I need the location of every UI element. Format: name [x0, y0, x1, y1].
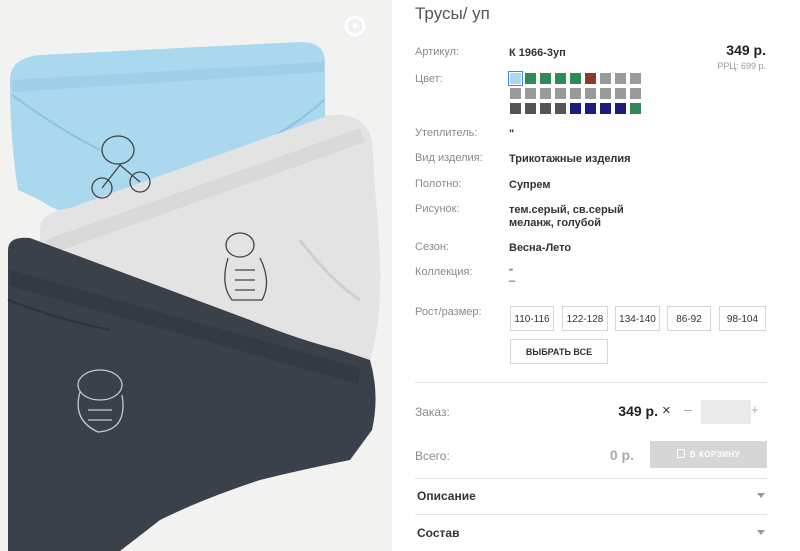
color-swatch[interactable]: [570, 88, 581, 99]
select-all-button[interactable]: ВЫБРАТЬ ВСЕ: [510, 339, 608, 364]
color-swatch[interactable]: [600, 103, 611, 114]
size-option-110-116[interactable]: 110-116: [510, 306, 554, 331]
accordion-composition-title: Состав: [417, 526, 460, 540]
insulation-label: Утеплитель:: [415, 127, 478, 139]
order-price: 349 р.: [618, 403, 658, 419]
color-swatch[interactable]: [615, 88, 626, 99]
color-swatch[interactable]: [525, 88, 536, 99]
divider: [415, 478, 767, 479]
times-icon: ×: [662, 402, 671, 419]
pattern-label: Рисунок:: [415, 203, 460, 215]
color-swatch[interactable]: [540, 73, 551, 84]
chevron-down-icon: [757, 493, 765, 498]
color-swatch[interactable]: [525, 103, 536, 114]
color-swatch[interactable]: [600, 73, 611, 84]
pattern-value-line1: тем.серый, св.серый: [509, 204, 624, 216]
product-photo-illustration: [7, 42, 381, 551]
color-swatch[interactable]: [615, 73, 626, 84]
type-label: Вид изделия:: [415, 152, 483, 164]
color-swatch[interactable]: [630, 103, 641, 114]
shopping-bag-icon: [676, 449, 685, 458]
color-swatch[interactable]: [510, 103, 521, 114]
product-title: Трусы/ уп: [415, 4, 490, 23]
divider: [415, 382, 767, 383]
collection-label: Коллекция:: [415, 266, 473, 278]
color-swatch[interactable]: [570, 103, 581, 114]
color-label: Цвет:: [415, 73, 443, 85]
total-value: 0 р.: [609, 447, 634, 463]
product-photo: [0, 0, 392, 551]
article-label: Артикул:: [415, 46, 460, 58]
size-option-86-92[interactable]: 86-92: [667, 306, 711, 331]
total-label: Всего:: [415, 449, 450, 463]
color-swatch[interactable]: [508, 71, 523, 86]
season-value: Весна-Лето: [509, 242, 572, 254]
size-option-122-128[interactable]: 122-128: [562, 306, 608, 331]
fabric-label: Полотно:: [415, 178, 462, 190]
quantity-increase-button[interactable]: +: [751, 402, 759, 417]
article-value: К 1966-3уп: [509, 47, 566, 59]
quantity-decrease-button[interactable]: –: [684, 401, 692, 417]
divider: [415, 514, 767, 515]
size-option-134-140[interactable]: 134-140: [615, 306, 660, 331]
color-swatch[interactable]: [570, 73, 581, 84]
accordion-description[interactable]: Описание: [415, 489, 767, 509]
size-option-98-104[interactable]: 98-104: [719, 306, 766, 331]
season-label: Сезон:: [415, 241, 449, 253]
size-label: Рост/размер:: [415, 306, 482, 318]
color-swatch[interactable]: [630, 88, 641, 99]
brand-logo-mark: [344, 15, 366, 37]
color-swatch[interactable]: [585, 88, 596, 99]
insulation-value: ": [509, 128, 515, 140]
add-to-cart-button[interactable]: В КОРЗИНУ: [650, 441, 767, 468]
color-swatch[interactable]: [585, 103, 596, 114]
pattern-value-line2: меланж, голубой: [509, 217, 602, 229]
product-price: 349 р.: [726, 42, 766, 58]
color-swatch[interactable]: [510, 88, 521, 99]
color-swatch[interactable]: [555, 103, 566, 114]
type-value: Трикотажные изделия: [509, 153, 631, 165]
order-label: Заказ:: [415, 405, 450, 419]
color-swatch[interactable]: [540, 88, 551, 99]
color-swatch[interactable]: [615, 103, 626, 114]
color-swatch[interactable]: [555, 88, 566, 99]
color-swatch[interactable]: [540, 103, 551, 114]
color-swatch[interactable]: [585, 73, 596, 84]
accordion-composition[interactable]: Состав: [415, 526, 767, 546]
accordion-description-title: Описание: [417, 489, 476, 503]
quantity-input[interactable]: [701, 400, 751, 424]
collection-value-line2: –: [509, 275, 516, 287]
chevron-down-icon: [757, 530, 765, 535]
add-to-cart-label: В КОРЗИНУ: [689, 450, 741, 459]
color-swatch[interactable]: [630, 73, 641, 84]
color-swatch[interactable]: [555, 73, 566, 84]
color-swatch[interactable]: [600, 88, 611, 99]
recommended-price: РРЦ: 699 р.: [717, 61, 766, 71]
fabric-value: Супрем: [509, 179, 551, 191]
color-swatch[interactable]: [525, 73, 536, 84]
brand-logo: [340, 14, 370, 164]
